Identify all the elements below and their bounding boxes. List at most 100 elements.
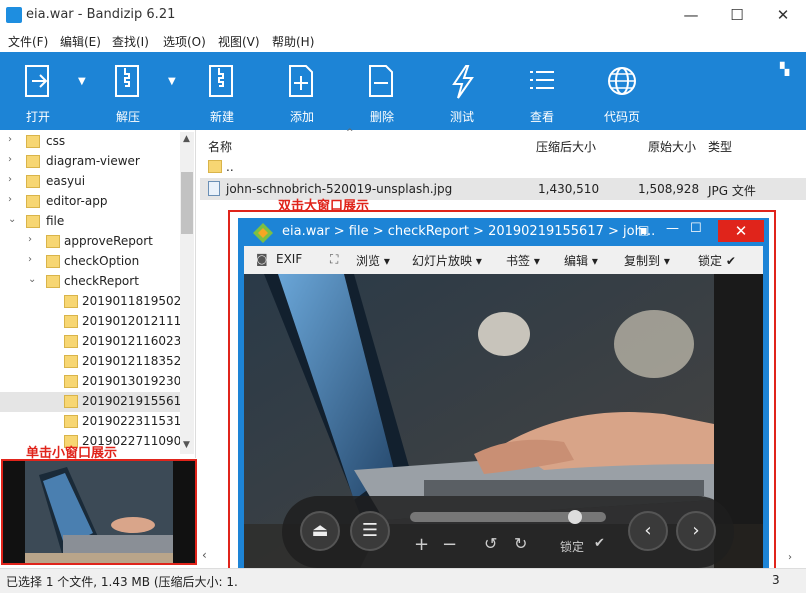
tree-item-selected[interactable]: 20190219155617 (0, 392, 189, 412)
open-icon (25, 65, 49, 97)
next-icon[interactable]: › (676, 511, 716, 551)
tree-item[interactable]: › css (0, 132, 180, 152)
eject-icon[interactable]: ⏏ (300, 511, 340, 551)
new-archive-button[interactable]: 新建 (190, 52, 254, 130)
add-button[interactable]: 添加 (270, 52, 334, 130)
file-original-size: 1,508,928 (638, 182, 700, 196)
bookmark-button[interactable]: 书签 ▾ (506, 252, 540, 269)
viewer-minimize-icon[interactable]: — (666, 221, 679, 236)
browse-icon: ⛶ (330, 252, 339, 266)
rotate-right-icon[interactable]: ↻ (514, 534, 527, 553)
zoom-out-icon[interactable]: − (442, 534, 457, 555)
tree-item[interactable]: › checkOption (0, 252, 180, 272)
menu-file[interactable]: 文件(F) (8, 33, 48, 50)
menu-view[interactable]: 视图(V) (218, 33, 260, 50)
menu-help[interactable]: 帮助(H) (272, 33, 314, 50)
browse-button[interactable]: 浏览 ▾ (356, 252, 390, 269)
toolbar: 打开 ▼ 解压 ▼ 新建 添加 删除 测试 查看 代码页 ▚ (0, 52, 806, 130)
test-icon (452, 65, 474, 99)
tree-item[interactable]: 20190223115316 (0, 412, 189, 432)
tree-scrollbar-thumb[interactable] (181, 172, 193, 234)
viewer-maximize-icon[interactable]: ☐ (690, 221, 702, 236)
add-label: 添加 (289, 110, 314, 124)
menu-bar: 文件(F) 编辑(E) 查找(I) 选项(O) 视图(V) 帮助(H) (0, 30, 806, 52)
small-preview-box[interactable] (1, 459, 197, 565)
extract-icon (115, 65, 139, 97)
title-bar: eia.war - Bandizip 6.21 — ☐ ✕ (0, 0, 806, 30)
delete-label: 删除 (369, 110, 394, 124)
test-label: 测试 (449, 110, 474, 124)
view-button[interactable]: 查看 (510, 52, 574, 130)
image-viewer-window: eia.war > file > checkReport > 201902191… (238, 218, 769, 580)
scroll-down-icon[interactable]: ▼ (183, 440, 190, 450)
lock-toggle-label[interactable]: 锁定 (560, 538, 584, 555)
viewer-title-bar: eia.war > file > checkReport > 201902191… (238, 218, 769, 246)
open-dropdown-icon[interactable]: ▼ (78, 76, 86, 87)
open-label: 打开 (25, 110, 50, 124)
status-tail: 3 (772, 573, 780, 587)
test-button[interactable]: 测试 (430, 52, 494, 130)
status-bar: 已选择 1 个文件, 1.43 MB (压缩后大小: 1. 3 (0, 568, 806, 593)
extract-button[interactable]: 解压 (96, 52, 160, 130)
list-icon[interactable]: ☰ (350, 511, 390, 551)
codepage-button[interactable]: 代码页 (590, 52, 654, 130)
scroll-right-icon[interactable]: › (788, 552, 792, 563)
view-icon (530, 71, 554, 89)
folder-icon (208, 160, 222, 173)
image-file-icon (208, 181, 220, 196)
tree-item[interactable]: 20190118195029 (0, 292, 189, 312)
tree-item[interactable]: 20190121183529 (0, 352, 189, 372)
exif-button[interactable]: EXIF (276, 252, 302, 266)
tree-item[interactable]: ⌄ checkReport (0, 272, 180, 292)
col-packed-header[interactable]: 压缩后大小 (536, 138, 596, 155)
viewer-toolbar: ◙ EXIF ⛶ 浏览 ▾ 幻灯片放映 ▾ 书签 ▾ 编辑 ▾ 复制到 ▾ 锁定… (244, 246, 763, 274)
lock-button[interactable]: 锁定 ✔ (698, 252, 736, 269)
file-name: john-schnobrich-520019-unsplash.jpg (226, 182, 453, 196)
scroll-left-icon[interactable]: ‹ (202, 548, 207, 562)
check-icon: ✔ (725, 254, 736, 268)
tree-item[interactable]: 20190120121115 (0, 312, 189, 332)
menu-options[interactable]: 选项(O) (163, 33, 206, 50)
tree-item[interactable]: ⌄ file (0, 212, 180, 232)
viewer-logo-icon (253, 223, 273, 243)
slideshow-button[interactable]: 幻灯片放映 ▾ (412, 252, 482, 269)
layout-menu-icon[interactable]: ▚ (780, 62, 789, 76)
zoom-slider-handle[interactable] (568, 510, 582, 524)
maximize-icon[interactable]: ☐ (714, 0, 760, 30)
open-button[interactable]: 打开 (6, 52, 70, 130)
menu-edit[interactable]: 编辑(E) (60, 33, 101, 50)
minimize-icon[interactable]: — (668, 0, 714, 30)
zoom-in-icon[interactable]: + (414, 534, 429, 555)
tree-item[interactable]: › easyui (0, 172, 180, 192)
status-text: 已选择 1 个文件, 1.43 MB (压缩后大小: 1. (6, 575, 238, 589)
table-row[interactable]: .. (200, 156, 806, 178)
file-packed-size: 1,430,510 (538, 182, 600, 196)
add-icon (289, 65, 313, 97)
tree-item[interactable]: › diagram-viewer (0, 152, 180, 172)
viewer-control-panel: ⏏ ☰ + − ↺ ↻ 锁定 ✔ ‹ › (282, 496, 734, 568)
close-icon[interactable]: ✕ (760, 0, 806, 30)
menu-find[interactable]: 查找(I) (112, 33, 149, 50)
tree-item[interactable]: › approveReport (0, 232, 180, 252)
col-original-header[interactable]: 原始大小 (648, 138, 696, 155)
delete-button[interactable]: 删除 (350, 52, 414, 130)
extract-label: 解压 (115, 110, 140, 124)
previous-icon[interactable]: ‹ (628, 511, 668, 551)
view-label: 查看 (529, 110, 554, 124)
small-preview-image (3, 461, 195, 563)
edit-button[interactable]: 编辑 ▾ (564, 252, 598, 269)
folder-tree: › css › diagram-viewer › easyui › editor-app… (0, 130, 196, 458)
extract-dropdown-icon[interactable]: ▼ (168, 76, 176, 87)
tree-item[interactable]: 20190130192304 (0, 372, 189, 392)
new-archive-label: 新建 (209, 110, 234, 124)
col-type-header[interactable]: 类型 (708, 138, 732, 155)
tree-item[interactable]: 20190121160230 (0, 332, 189, 352)
sort-asc-icon: ^ (346, 128, 354, 138)
col-name-header[interactable]: 名称 (208, 138, 232, 155)
scroll-up-icon[interactable]: ▲ (183, 134, 190, 144)
viewer-close-icon[interactable]: ✕ (718, 220, 764, 242)
fullscreen-icon[interactable]: ▣ (638, 223, 649, 237)
tree-item[interactable]: › editor-app (0, 192, 180, 212)
rotate-left-icon[interactable]: ↺ (484, 534, 497, 553)
copy-to-button[interactable]: 复制到 ▾ (624, 252, 670, 269)
